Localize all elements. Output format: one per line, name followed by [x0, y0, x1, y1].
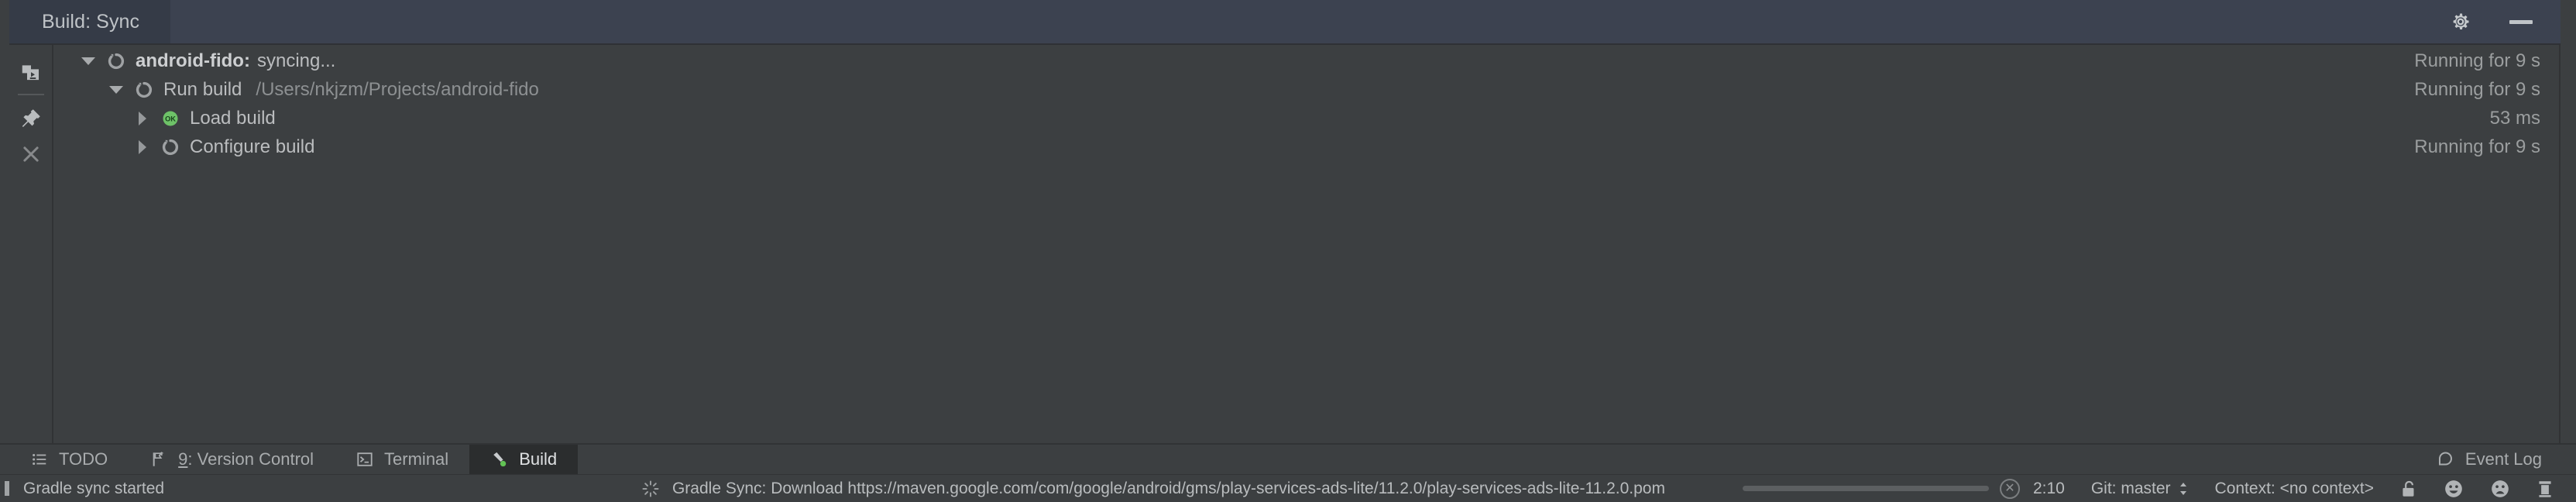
- table-row[interactable]: Run build /Users/nkjzm/Projects/android-…: [53, 75, 2561, 104]
- trash-icon[interactable]: [2523, 479, 2567, 499]
- chevron-right-icon[interactable]: [131, 139, 154, 154]
- show-console-icon[interactable]: [12, 56, 50, 91]
- tool-window-button-build-label: Build: [519, 449, 558, 469]
- ide-window: Build: Sync android-fido: syncing... Run…: [0, 0, 2576, 502]
- cancel-icon[interactable]: ✕: [1999, 478, 2020, 499]
- tree-right-border: [2559, 45, 2561, 443]
- context-label: Context: <no context>: [2214, 479, 2374, 497]
- event-log-icon: [2437, 450, 2455, 469]
- context-widget[interactable]: Context: <no context>: [2202, 480, 2387, 498]
- tab-build-sync[interactable]: Build: Sync: [9, 0, 171, 43]
- status-message: Gradle sync started: [23, 479, 165, 497]
- tool-window-bar-spacer: [578, 445, 2416, 474]
- node-label: android-fido:: [136, 50, 250, 71]
- tool-window-button-todo-label: TODO: [59, 449, 108, 469]
- header-left-gutter: [0, 0, 9, 45]
- node-status-text: syncing...: [256, 50, 336, 71]
- build-tree[interactable]: android-fido: syncing... Running for 9 s…: [53, 45, 2561, 443]
- progress-bar: [1742, 486, 1989, 491]
- chevron-right-icon[interactable]: [131, 111, 154, 126]
- background-task-progress: Gradle Sync: Download https://maven.goog…: [641, 480, 1665, 498]
- body-right-gutter: [2561, 45, 2576, 443]
- vcs-branch-label: Git: master: [2090, 479, 2171, 497]
- node-label: Load build: [190, 107, 276, 129]
- chevron-down-icon[interactable]: [105, 85, 128, 94]
- tool-window-button-version-control[interactable]: 9: Version Control: [129, 445, 335, 474]
- gear-icon[interactable]: [2447, 9, 2474, 35]
- node-duration: Running for 9 s: [2414, 136, 2540, 157]
- pin-tab-icon[interactable]: [12, 101, 50, 136]
- status-bar-right: 2:10 Git: master Context: <no context>: [2020, 479, 2576, 499]
- table-row[interactable]: Configure build Running for 9 s: [53, 132, 2561, 161]
- spinner-icon: [103, 52, 129, 70]
- progress-text: Gradle Sync: Download https://maven.goog…: [671, 479, 1665, 497]
- table-row[interactable]: android-fido: syncing... Running for 9 s: [53, 46, 2561, 75]
- build-tool-window-body: android-fido: syncing... Running for 9 s…: [0, 45, 2576, 443]
- spinner-icon: [641, 480, 660, 498]
- status-bar: Gradle sync started Gradle Sync: Downloa…: [0, 474, 2576, 502]
- ok-icon: OK: [157, 109, 184, 128]
- caret-position-label: 2:10: [2032, 479, 2065, 497]
- chevron-updown-icon: [2178, 481, 2189, 497]
- header-bar: Build: Sync: [9, 0, 2561, 45]
- spinner-icon: [131, 81, 157, 99]
- status-bar-handle: [5, 481, 9, 496]
- tool-window-button-terminal-label: Terminal: [384, 449, 449, 469]
- version-control-icon: [149, 450, 168, 469]
- table-row[interactable]: OK Load build 53 ms: [53, 104, 2561, 132]
- node-path: /Users/nkjzm/Projects/android-fido: [256, 78, 539, 100]
- node-duration: Running for 9 s: [2414, 78, 2540, 100]
- minimize-icon[interactable]: [2508, 9, 2534, 35]
- vc-label-text: : Version Control: [187, 449, 314, 469]
- tool-window-button-event-log[interactable]: Event Log: [2416, 445, 2576, 474]
- close-icon[interactable]: [12, 136, 50, 172]
- sad-face-icon[interactable]: [2477, 479, 2523, 499]
- terminal-icon: [355, 450, 374, 469]
- header-actions: [2447, 9, 2561, 35]
- todo-list-icon: [30, 450, 49, 469]
- rail-divider: [17, 94, 44, 95]
- vc-mnemonic: 9: [178, 449, 188, 469]
- spinner-icon: [157, 138, 184, 156]
- build-hammer-icon: [490, 450, 509, 469]
- body-left-gutter: [0, 45, 9, 443]
- happy-face-icon[interactable]: [2430, 479, 2477, 499]
- minimize-bar: [2509, 19, 2533, 24]
- svg-text:OK: OK: [165, 115, 176, 122]
- tool-window-button-todo[interactable]: TODO: [9, 445, 129, 474]
- node-duration: Running for 9 s: [2414, 50, 2540, 71]
- caret-position[interactable]: 2:10: [2020, 480, 2078, 498]
- node-label: Configure build: [190, 136, 315, 157]
- tool-window-button-event-log-label: Event Log: [2464, 449, 2542, 469]
- vcs-widget[interactable]: Git: master: [2078, 480, 2202, 498]
- node-label: Run build: [163, 78, 242, 100]
- build-action-rail: [9, 45, 53, 443]
- tool-window-button-terminal[interactable]: Terminal: [335, 445, 469, 474]
- node-duration: 53 ms: [2489, 107, 2540, 129]
- tab-build-sync-label: Build: Sync: [42, 10, 140, 33]
- chevron-down-icon[interactable]: [77, 57, 100, 65]
- tool-window-button-bar: TODO 9: Version Control Terminal Build E…: [0, 443, 2576, 474]
- build-tool-window-header: Build: Sync: [0, 0, 2576, 45]
- tool-window-button-version-control-label: 9: Version Control: [178, 449, 314, 469]
- unlocked-padlock-icon[interactable]: [2387, 479, 2430, 499]
- tool-window-button-build[interactable]: Build: [469, 445, 579, 474]
